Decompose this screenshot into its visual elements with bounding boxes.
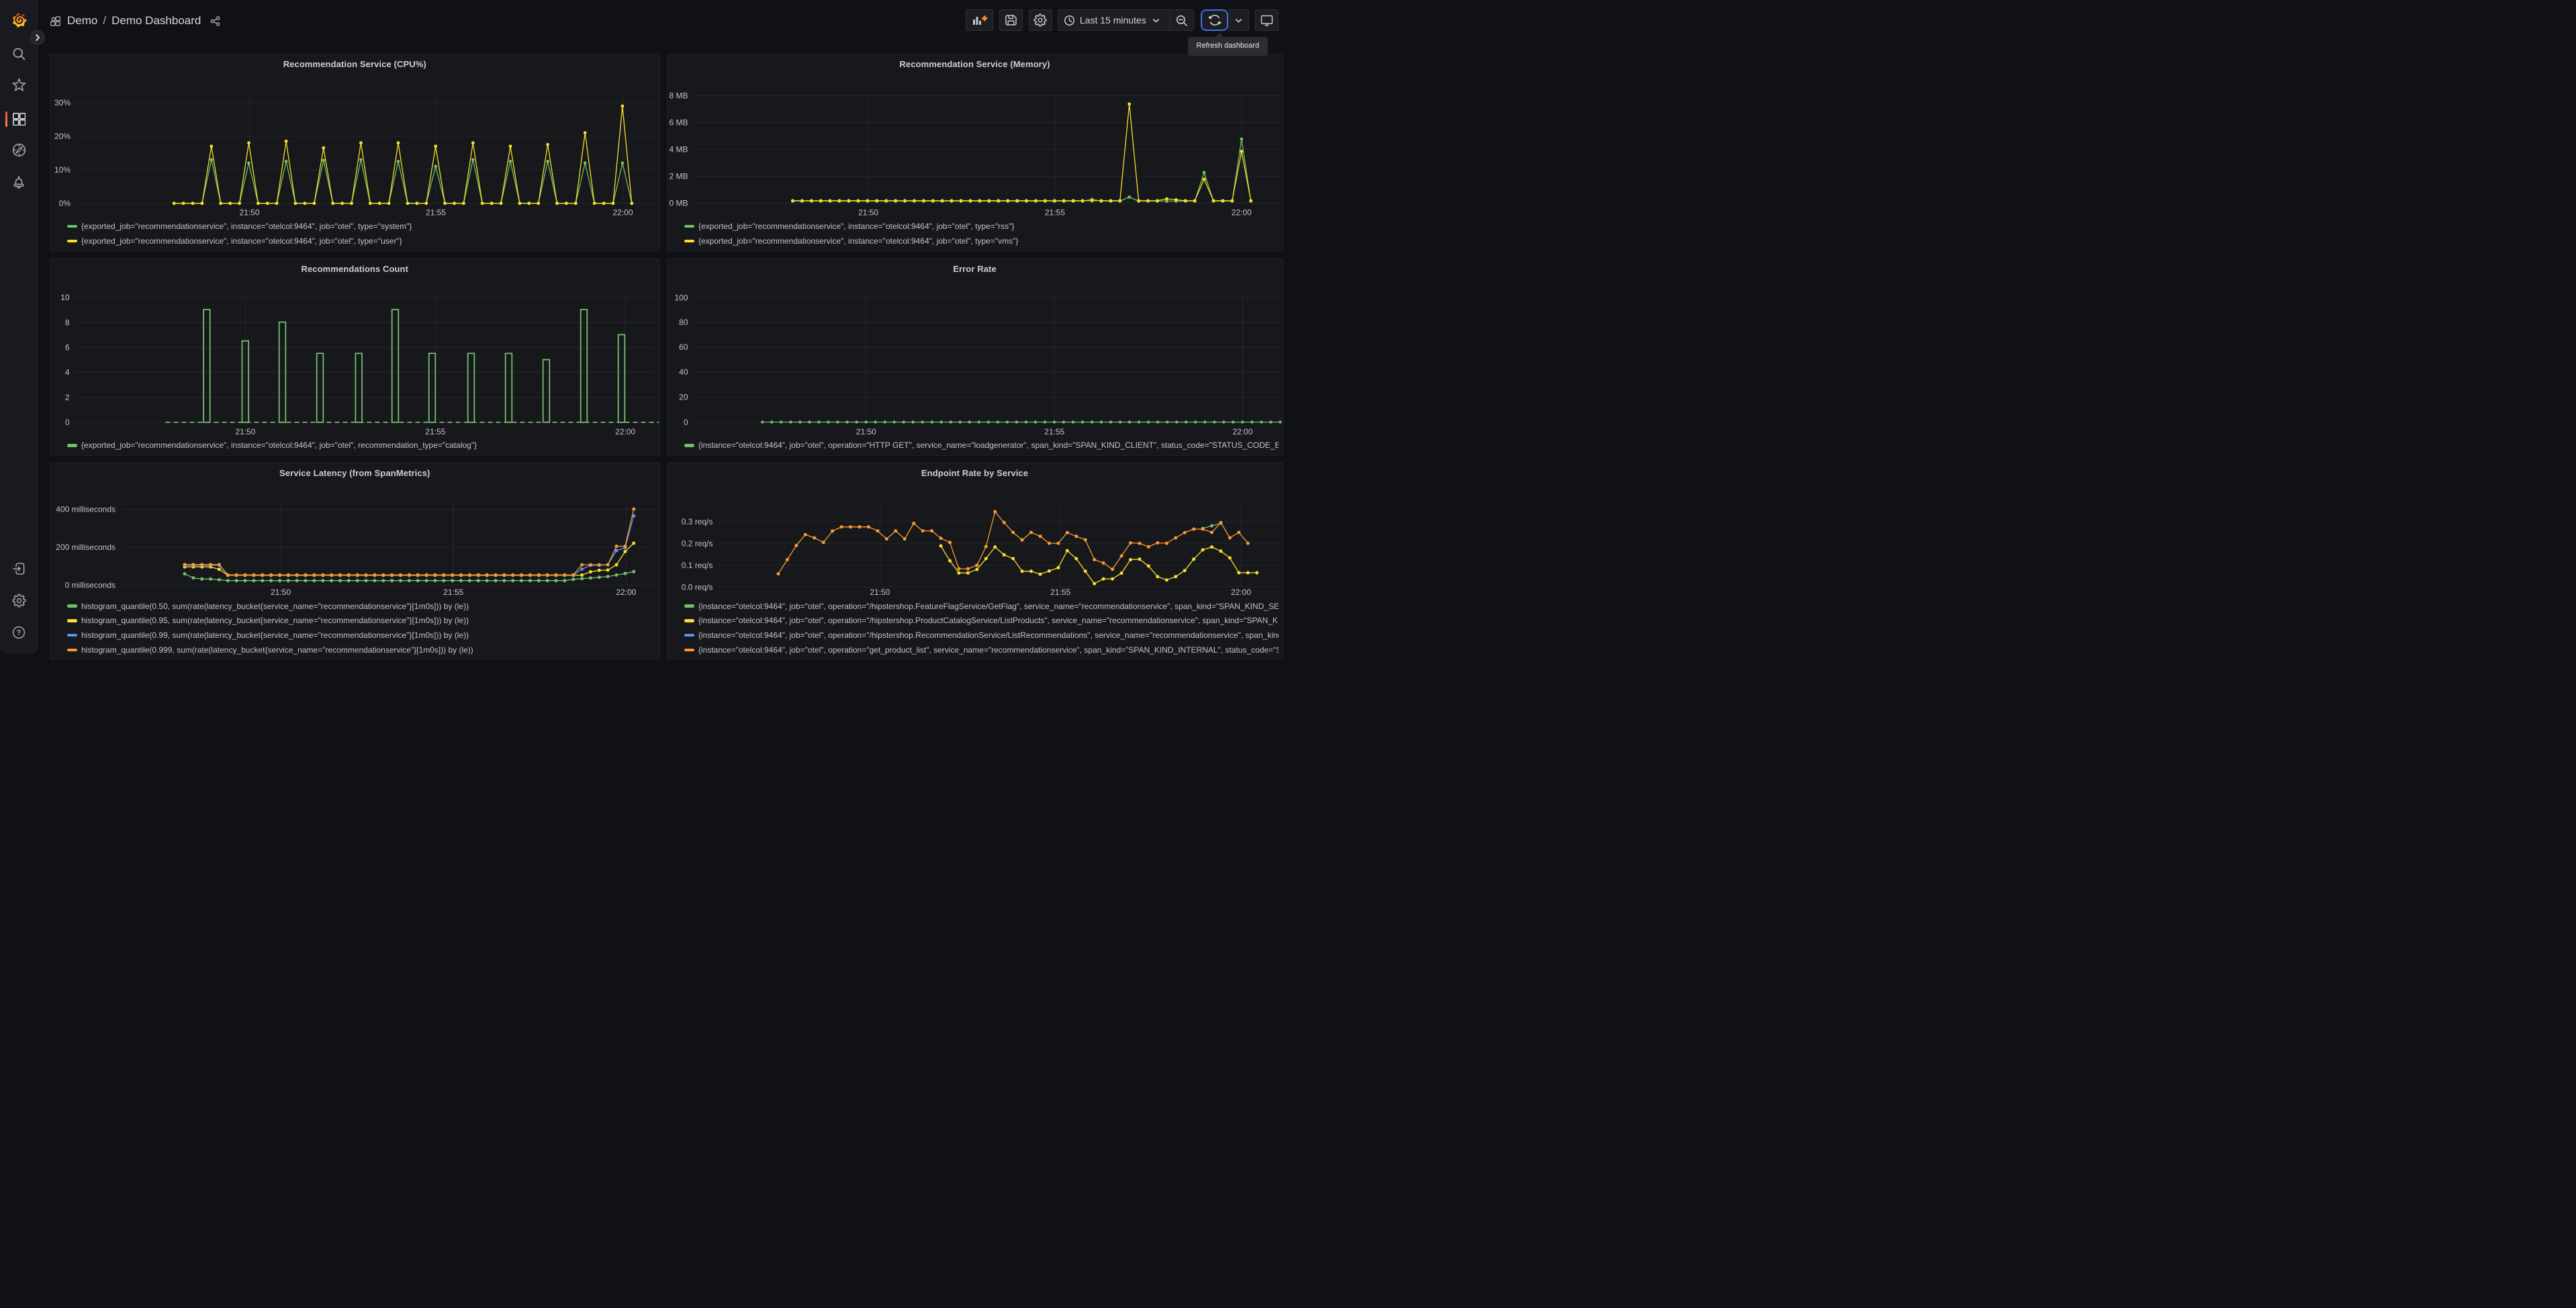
svg-text:21:55: 21:55 <box>1050 588 1070 597</box>
svg-text:8: 8 <box>64 318 69 327</box>
svg-text:22:00: 22:00 <box>612 208 633 218</box>
svg-text:40: 40 <box>679 367 688 377</box>
svg-text:0.2 req/s: 0.2 req/s <box>681 539 712 548</box>
svg-text:80: 80 <box>679 318 688 327</box>
svg-text:10: 10 <box>60 293 70 302</box>
svg-text:20: 20 <box>679 392 688 402</box>
svg-text:0 MB: 0 MB <box>669 199 688 208</box>
svg-text:4: 4 <box>64 367 69 377</box>
svg-text:0%: 0% <box>58 199 71 208</box>
svg-text:21:55: 21:55 <box>425 208 445 218</box>
svg-text:60: 60 <box>679 342 688 352</box>
svg-text:100: 100 <box>674 293 688 302</box>
svg-text:0.3 req/s: 0.3 req/s <box>681 517 712 526</box>
svg-text:21:55: 21:55 <box>443 588 463 597</box>
svg-text:0 milliseconds: 0 milliseconds <box>64 581 115 590</box>
svg-text:2: 2 <box>64 392 69 402</box>
svg-text:6 MB: 6 MB <box>669 118 688 128</box>
svg-text:6: 6 <box>64 342 69 352</box>
svg-text:22:00: 22:00 <box>1232 426 1252 436</box>
svg-text:10%: 10% <box>54 165 70 175</box>
svg-text:?: ? <box>17 629 21 637</box>
svg-text:21:50: 21:50 <box>856 426 876 436</box>
svg-text:0: 0 <box>64 418 69 427</box>
svg-text:0.0 req/s: 0.0 req/s <box>681 582 712 592</box>
svg-text:21:55: 21:55 <box>1044 208 1064 218</box>
svg-text:4 MB: 4 MB <box>669 145 688 154</box>
svg-text:21:50: 21:50 <box>235 426 255 436</box>
svg-text:21:50: 21:50 <box>870 588 890 597</box>
svg-text:21:55: 21:55 <box>1044 426 1064 436</box>
svg-text:0: 0 <box>683 417 688 426</box>
svg-text:200 milliseconds: 200 milliseconds <box>56 543 116 552</box>
svg-text:21:50: 21:50 <box>858 208 878 218</box>
svg-text:22:00: 22:00 <box>616 588 636 597</box>
svg-text:0.1 req/s: 0.1 req/s <box>681 561 712 570</box>
svg-text:30%: 30% <box>54 98 70 107</box>
svg-text:2 MB: 2 MB <box>669 172 688 181</box>
svg-text:22:00: 22:00 <box>1231 208 1251 218</box>
svg-text:22:00: 22:00 <box>615 426 635 436</box>
svg-text:21:50: 21:50 <box>239 208 259 218</box>
svg-text:21:50: 21:50 <box>270 588 290 597</box>
svg-text:22:00: 22:00 <box>1230 588 1250 597</box>
svg-text:400 milliseconds: 400 milliseconds <box>56 505 116 514</box>
svg-text:8 MB: 8 MB <box>669 91 688 101</box>
svg-text:21:55: 21:55 <box>425 426 445 436</box>
svg-text:20%: 20% <box>54 132 70 141</box>
